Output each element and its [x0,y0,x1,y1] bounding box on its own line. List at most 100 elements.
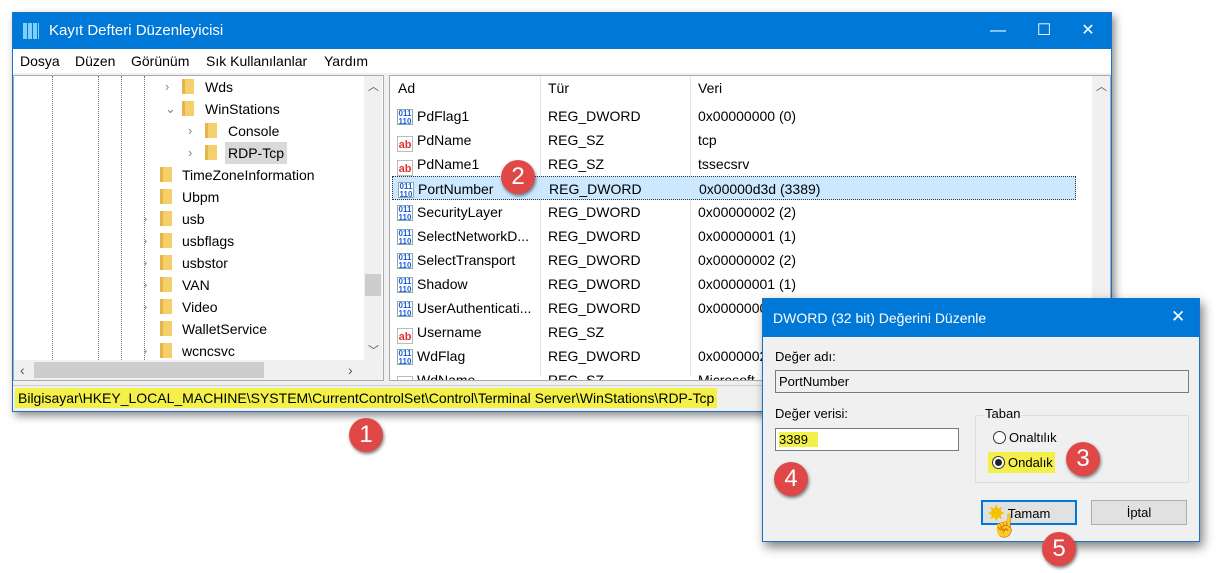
radio-icon-selected [992,456,1005,469]
folder-icon [160,167,172,182]
value-name: PdName1 [417,156,480,172]
menu-bar: Dosya Düzen Görünüm Sık Kullanılanlar Ya… [13,49,1111,73]
value-data: 0x0000000 [698,300,768,316]
scroll-thumb[interactable] [365,274,381,296]
expand-chevron-icon[interactable]: › [143,208,147,230]
value-data: 0x00000001 (1) [698,276,797,292]
value-type: REG_SZ [548,324,605,340]
expand-chevron-icon[interactable]: › [143,296,147,318]
tree-guide [52,76,53,362]
tree-horizontal-scrollbar[interactable]: ‹ › [14,360,383,380]
value-name: PdName [417,132,472,148]
expand-chevron-icon[interactable]: › [165,76,169,98]
binary-value-icon: 011 110 [397,253,413,270]
folder-icon [160,299,172,314]
string-value-icon: ab [397,160,413,176]
value-name: WdName [417,372,476,381]
tree-item-label: TimeZoneInformation [182,167,315,183]
column-header-name[interactable]: Ad [398,80,415,96]
value-type: REG_DWORD [548,252,641,268]
value-data: 0x00000001 (1) [698,228,797,244]
dialog-close-button[interactable]: ✕ [1171,307,1185,327]
expand-chevron-icon[interactable]: › [143,252,147,274]
tree-item-label: RDP-Tcp [225,142,288,164]
scroll-right-icon[interactable]: › [348,362,353,378]
dialog-title-bar: DWORD (32 bit) Değerini Düzenle ✕ [763,299,1199,337]
expand-chevron-icon[interactable]: › [143,340,147,362]
menu-dosya[interactable]: Dosya [20,53,60,69]
folder-icon [160,233,172,248]
value-name-label: Değer adı: [775,349,836,364]
scroll-left-icon[interactable]: ‹ [20,362,25,378]
value-type: REG_SZ [548,156,605,172]
step-badge-2: 2 [501,160,535,194]
tree-item-label: WalletService [182,321,268,337]
binary-value-icon: 011 110 [397,301,413,318]
tree-item-label: WinStations [205,101,280,117]
column-header-type[interactable]: Tür [548,80,569,96]
window-title: Kayıt Defteri Düzenleyicisi [49,22,224,39]
value-type: REG_DWORD [549,181,642,197]
scroll-up-icon[interactable]: ︿ [368,78,379,94]
menu-duzen[interactable]: Düzen [75,53,115,69]
maximize-button[interactable]: ☐ [1021,13,1067,49]
tree-item-label: Console [228,123,280,139]
minimize-button[interactable]: — [975,13,1021,49]
string-value-icon: ab [397,328,413,344]
value-data: tcp [698,132,717,148]
folder-icon [205,145,217,160]
value-type: REG_DWORD [548,108,641,124]
expand-chevron-icon[interactable]: ⌄ [165,98,176,120]
value-row[interactable]: 011 110 PortNumber REG_DWORD 0x00000d3d (3… [392,176,1076,200]
expand-chevron-icon[interactable]: › [188,120,192,142]
expand-chevron-icon[interactable]: › [188,142,192,164]
value-data: 0x00000002 (2) [698,204,797,220]
menu-yardim[interactable]: Yardım [324,53,368,69]
value-row[interactable]: 011 110 SelectTransport REG_DWORD 0x000000… [392,248,1076,272]
decimal-label: Ondalık [1008,455,1053,470]
close-button[interactable]: ✕ [1065,13,1111,49]
column-header-data[interactable]: Veri [698,80,722,96]
value-name: Shadow [417,276,468,292]
value-type: REG_DWORD [548,276,641,292]
value-row[interactable]: ab PdName REG_SZ tcp [392,128,1076,152]
menu-favorites[interactable]: Sık Kullanılanlar [206,53,307,69]
value-type: REG_DWORD [548,204,641,220]
value-data: Microsoft [698,372,755,381]
value-type: REG_DWORD [548,300,641,316]
edit-dword-dialog: DWORD (32 bit) Değerini Düzenle ✕ Değer … [762,298,1200,542]
value-data-text: 3389 [779,432,818,447]
binary-value-icon: 011 110 [397,229,413,246]
title-bar: Kayıt Defteri Düzenleyicisi — ☐ ✕ [13,13,1111,49]
value-type: REG_SZ [548,372,605,381]
step-badge-5: 5 [1042,532,1076,566]
tree-item-label: usbflags [182,233,235,249]
decimal-radio[interactable]: Ondalık [988,452,1055,473]
scroll-up-icon[interactable]: ︿ [1096,78,1107,94]
value-data-input[interactable]: 3389 [775,428,959,451]
string-value-icon: ab [397,376,413,380]
scroll-thumb[interactable] [34,362,264,378]
cancel-button[interactable]: İptal [1091,500,1187,525]
hand-cursor-icon: ☝ [991,513,1019,538]
value-row[interactable]: 011 110 SecurityLayer REG_DWORD 0x00000002… [392,200,1076,224]
scroll-down-icon[interactable]: ﹀ [368,342,379,358]
menu-gorunum[interactable]: Görünüm [131,53,189,69]
value-row[interactable]: 011 110 PdFlag1 REG_DWORD 0x00000000 (0) [392,104,1076,128]
value-name: PdFlag1 [417,108,470,124]
value-row[interactable]: 011 110 Shadow REG_DWORD 0x00000001 (1) [392,272,1076,296]
tree-item-label: VAN [182,277,210,293]
tree-guide [98,76,99,362]
value-name: Username [417,324,482,340]
value-name: WdFlag [417,348,466,364]
expand-chevron-icon[interactable]: › [143,274,147,296]
tree-vertical-scrollbar[interactable]: ︿ ﹀ [364,76,382,360]
binary-value-icon: 011 110 [397,205,413,222]
step-badge-1: 1 [349,418,383,452]
value-row[interactable]: ab PdName1 REG_SZ tssecsrv [392,152,1076,176]
value-row[interactable]: 011 110 SelectNetworkD... REG_DWORD 0x0000… [392,224,1076,248]
expand-chevron-icon[interactable]: › [143,230,147,252]
hex-radio[interactable]: Onaltılık [993,430,1057,445]
tree-item-label: wcncsvc [182,343,235,359]
value-data: 0x00000000 (0) [698,108,797,124]
